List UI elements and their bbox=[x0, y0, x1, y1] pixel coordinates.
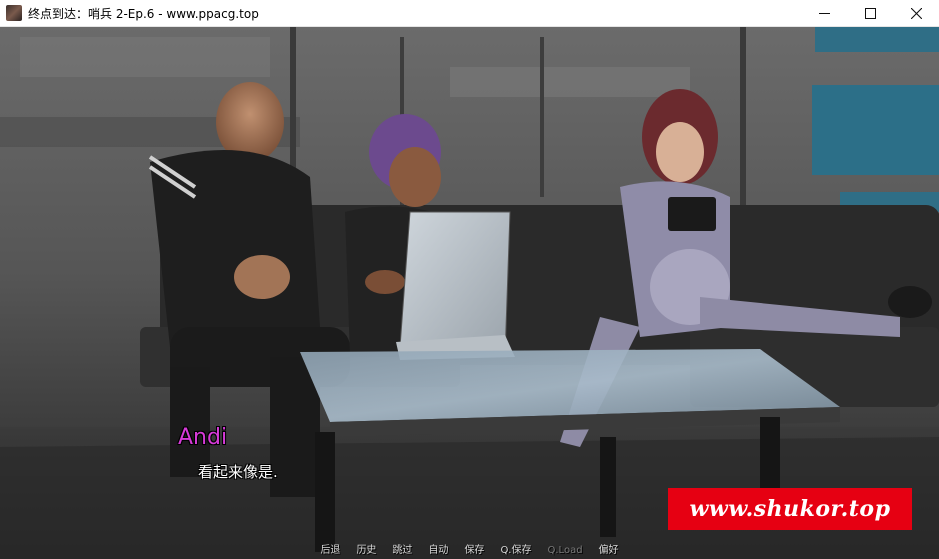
quick-menu-quick-load: Q.Load bbox=[547, 545, 583, 556]
quick-menu-history[interactable]: 历史 bbox=[348, 543, 384, 559]
quick-menu-save[interactable]: 保存 bbox=[456, 543, 492, 559]
window-title: 终点到达：哨兵 2-Ep.6 - www.ppacg.top bbox=[28, 6, 259, 21]
close-button[interactable] bbox=[893, 0, 939, 27]
tablet-screen bbox=[399, 211, 511, 358]
minimize-button[interactable] bbox=[801, 0, 847, 27]
scene-image bbox=[0, 27, 939, 559]
close-icon bbox=[910, 8, 922, 19]
quick-menu-skip[interactable]: 跳过 bbox=[384, 543, 420, 559]
quick-menu-preferences[interactable]: 偏好 bbox=[591, 543, 627, 559]
app-icon bbox=[6, 5, 22, 21]
quick-menu: 后退 历史 跳过 自动 保存 Q.保存 Q.Load 偏好 bbox=[0, 543, 939, 559]
maximize-icon bbox=[864, 8, 876, 19]
quick-menu-auto[interactable]: 自动 bbox=[420, 543, 456, 559]
quick-menu-back[interactable]: 后退 bbox=[312, 543, 348, 559]
quick-menu-quick-save[interactable]: Q.保存 bbox=[492, 543, 539, 559]
window-controls bbox=[801, 0, 939, 27]
window-titlebar: 终点到达：哨兵 2-Ep.6 - www.ppacg.top bbox=[0, 0, 939, 27]
maximize-button[interactable] bbox=[847, 0, 893, 27]
speaker-name: Andi bbox=[178, 425, 228, 450]
watermark: www.shukor.top bbox=[668, 488, 912, 530]
game-viewport[interactable]: Andi 看起来像是. www.shukor.top 后退 历史 跳过 自动 保… bbox=[0, 27, 939, 559]
watermark-text: www.shukor.top bbox=[689, 496, 891, 522]
dialogue-text: 看起来像是. bbox=[198, 463, 278, 481]
minimize-icon bbox=[818, 13, 830, 14]
